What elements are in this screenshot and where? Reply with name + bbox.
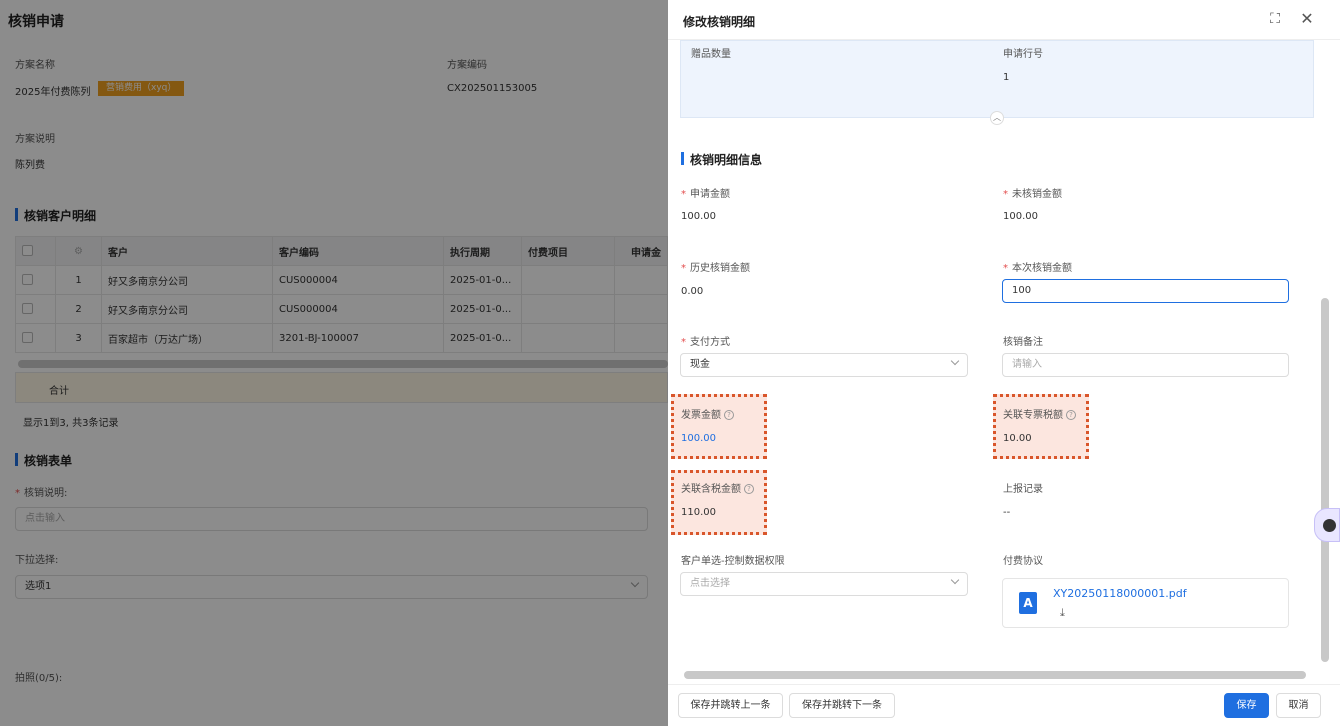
- apply-amount-value: 100.00: [681, 211, 716, 222]
- current-amount-input[interactable]: 100: [1002, 279, 1289, 303]
- agreement-label: 付费协议: [1003, 556, 1043, 567]
- highlight-tax: [993, 394, 1089, 459]
- help-icon[interactable]: ?: [744, 484, 754, 494]
- modal-overlay[interactable]: [0, 0, 668, 726]
- save-prev-button[interactable]: 保存并跳转上一条: [678, 693, 783, 718]
- history-amount-label: * 历史核销金额: [681, 263, 750, 274]
- agreement-file-name[interactable]: XY20250118000001.pdf: [1053, 587, 1187, 600]
- line-no-value: 1: [1003, 72, 1010, 83]
- tax-amount-value: 10.00: [1003, 433, 1032, 444]
- customer-select[interactable]: 点击选择: [680, 572, 968, 596]
- cancel-button[interactable]: 取消: [1276, 693, 1321, 718]
- save-next-button[interactable]: 保存并跳转下一条: [789, 693, 895, 718]
- current-amount-label: * 本次核销金额: [1003, 263, 1072, 274]
- tax-amount-label: 关联专票税额?: [1003, 406, 1076, 421]
- gift-qty-label: 赠品数量: [691, 49, 731, 60]
- unverified-amount-label: * 未核销金额: [1003, 189, 1062, 200]
- drawer-footer: 保存并跳转上一条 保存并跳转下一条 保存 取消: [668, 684, 1340, 726]
- unverified-amount-value: 100.00: [1003, 211, 1038, 222]
- tax-included-value: 110.00: [681, 507, 716, 518]
- drawer-title: 修改核销明细: [683, 15, 756, 29]
- assistant-robot-icon[interactable]: [1314, 508, 1340, 542]
- highlight-invoice: [671, 394, 767, 459]
- line-no-label: 申请行号: [1003, 49, 1043, 60]
- close-icon[interactable]: ✕: [1298, 10, 1316, 28]
- agreement-file-card[interactable]: A XY20250118000001.pdf ⤓: [1002, 578, 1289, 628]
- drawer-vertical-scrollbar[interactable]: [1321, 298, 1329, 662]
- report-record-label: 上报记录: [1003, 484, 1043, 495]
- drawer-horizontal-scrollbar[interactable]: [684, 671, 1306, 679]
- drawer-header: 修改核销明细 ⛶ ✕: [668, 0, 1340, 40]
- pay-method-label: * 支付方式: [681, 337, 730, 348]
- save-button[interactable]: 保存: [1224, 693, 1269, 718]
- apply-amount-label: * 申请金额: [681, 189, 730, 200]
- remark-label: 核销备注: [1003, 337, 1043, 348]
- pay-method-select[interactable]: 现金: [680, 353, 968, 377]
- help-icon[interactable]: ?: [1066, 410, 1076, 420]
- fullscreen-icon[interactable]: ⛶: [1266, 10, 1284, 28]
- tax-included-label: 关联含税金额?: [681, 480, 754, 495]
- chevron-down-icon: [950, 575, 960, 585]
- pdf-icon: A: [1019, 592, 1037, 614]
- help-icon[interactable]: ?: [724, 410, 734, 420]
- collapse-up-icon[interactable]: ︿: [990, 111, 1004, 125]
- invoice-amount-value: 100.00: [681, 433, 716, 444]
- report-record-value: --: [1003, 507, 1011, 518]
- invoice-amount-label: 发票金额?: [681, 406, 734, 421]
- customer-select-label: 客户单选-控制数据权限: [681, 556, 785, 567]
- section-title-detail: 核销明细信息: [681, 151, 762, 168]
- history-amount-value: 0.00: [681, 286, 704, 297]
- download-icon[interactable]: ⤓: [1060, 606, 1065, 620]
- remark-input[interactable]: 请输入: [1002, 353, 1289, 377]
- chevron-down-icon: [950, 356, 960, 366]
- basic-info-box: 赠品数量 申请行号 1: [680, 40, 1314, 118]
